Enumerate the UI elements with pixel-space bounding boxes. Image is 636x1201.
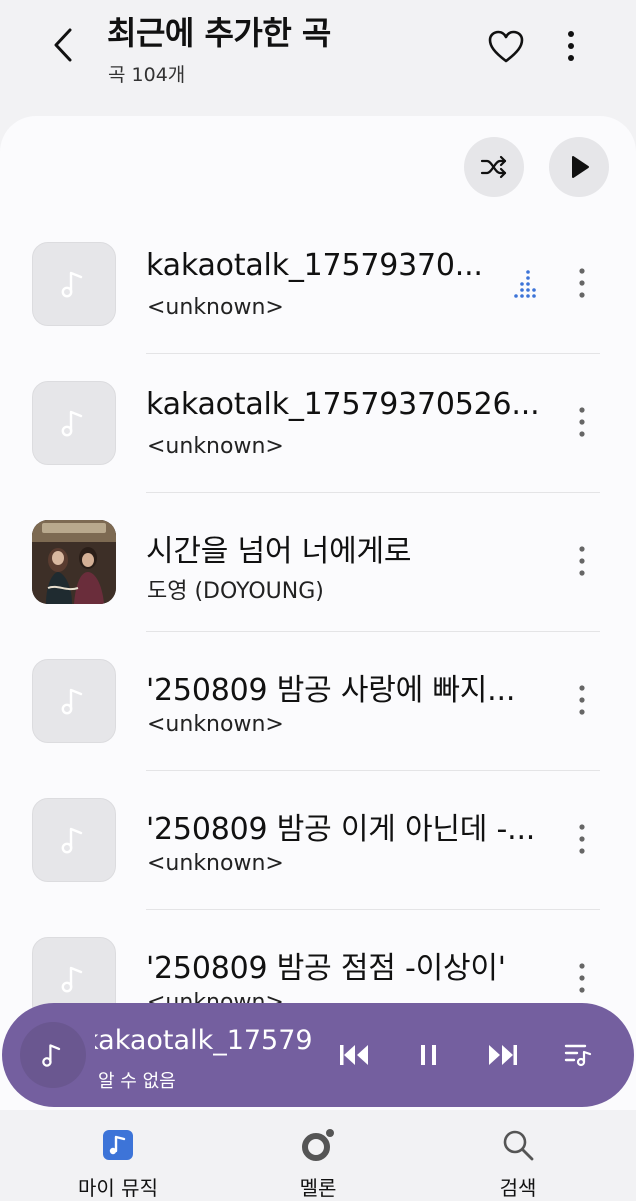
- skip-next-icon: [489, 1045, 517, 1065]
- shuffle-icon: [480, 155, 507, 179]
- song-row[interactable]: kakaotalk_17579370526... <unknown>: [0, 354, 636, 493]
- music-note-icon: [61, 688, 83, 715]
- album-art-placeholder: [32, 798, 116, 882]
- more-vertical-icon[interactable]: [570, 960, 594, 996]
- song-title: '250809 밤공 점점 -이상이': [146, 951, 506, 986]
- music-note-icon: [61, 410, 83, 437]
- music-note-icon: [61, 827, 83, 854]
- now-playing-equalizer-icon: [514, 270, 536, 298]
- chevron-left-icon: [54, 28, 72, 62]
- pause-button[interactable]: [411, 1037, 447, 1073]
- album-cover-image: [32, 520, 116, 604]
- song-artist: 도영 (DOYOUNG): [147, 579, 324, 604]
- play-icon: [572, 156, 589, 178]
- song-artist: <unknown>: [147, 712, 284, 737]
- search-icon: [503, 1130, 534, 1161]
- play-all-button[interactable]: [549, 137, 609, 197]
- song-list: kakaotalk_17579370... <unknown> kakaotal…: [0, 215, 636, 1049]
- previous-button[interactable]: [336, 1037, 372, 1073]
- playlist-queue-icon: [564, 1044, 592, 1067]
- more-vertical-icon[interactable]: [570, 682, 594, 718]
- mini-player-title: kakaotalk_1757937: [95, 1025, 313, 1056]
- nav-label: 멜론: [299, 1176, 337, 1200]
- next-button[interactable]: [485, 1037, 521, 1073]
- music-note-icon: [61, 966, 83, 993]
- song-title: kakaotalk_17579370...: [146, 248, 483, 283]
- song-row[interactable]: '250809 밤공 이게 아닌데 -... <unknown>: [0, 771, 636, 910]
- more-vertical-icon[interactable]: [570, 265, 594, 301]
- album-art-placeholder: [32, 381, 116, 465]
- shuffle-button[interactable]: [464, 137, 524, 197]
- music-note-icon: [103, 1130, 133, 1160]
- nav-label: 마이 뮤직: [78, 1176, 158, 1200]
- more-options-button[interactable]: [556, 28, 586, 66]
- pause-icon: [421, 1045, 436, 1065]
- favorite-button[interactable]: [486, 28, 526, 66]
- album-art-placeholder: [32, 242, 116, 326]
- heart-icon: [488, 30, 524, 63]
- page-title: 최근에 추가한 곡: [107, 14, 331, 52]
- melon-icon: [302, 1129, 334, 1161]
- nav-melon[interactable]: 멜론: [238, 1110, 398, 1200]
- skip-previous-icon: [340, 1045, 368, 1065]
- music-note-icon: [61, 271, 83, 298]
- mini-player-artist: 알 수 없음: [98, 1071, 176, 1092]
- song-artist: <unknown>: [147, 851, 284, 876]
- song-row[interactable]: kakaotalk_17579370... <unknown>: [0, 215, 636, 354]
- album-art-placeholder: [32, 659, 116, 743]
- mini-player-art: [20, 1022, 86, 1088]
- song-title: '250809 밤공 이게 아닌데 -...: [146, 812, 536, 847]
- more-vertical-icon[interactable]: [570, 821, 594, 857]
- song-title: kakaotalk_17579370526...: [146, 387, 540, 422]
- music-note-icon: [42, 1044, 61, 1067]
- more-vertical-icon: [568, 31, 574, 61]
- album-art: [32, 520, 116, 604]
- nav-search[interactable]: 검색: [438, 1110, 598, 1200]
- nav-label: 검색: [499, 1176, 537, 1200]
- queue-button[interactable]: [560, 1037, 596, 1073]
- more-vertical-icon[interactable]: [570, 404, 594, 440]
- song-count: 곡 104개: [108, 64, 186, 86]
- mini-player[interactable]: kakaotalk_1757937 알 수 없음: [2, 1003, 634, 1107]
- bottom-navigation: 마이 뮤직 멜론 검색: [0, 1110, 636, 1200]
- nav-my-music[interactable]: 마이 뮤직: [38, 1110, 198, 1200]
- song-title: '250809 밤공 사랑에 빠지...: [146, 673, 516, 708]
- song-title: 시간을 넘어 너에게로: [146, 534, 412, 569]
- song-row[interactable]: '250809 밤공 사랑에 빠지... <unknown>: [0, 632, 636, 771]
- song-artist: <unknown>: [147, 434, 284, 459]
- header: 최근에 추가한 곡 곡 104개: [0, 0, 636, 118]
- back-button[interactable]: [44, 26, 84, 66]
- song-row[interactable]: 시간을 넘어 너에게로 도영 (DOYOUNG): [0, 493, 636, 632]
- more-vertical-icon[interactable]: [570, 543, 594, 579]
- song-artist: <unknown>: [147, 295, 284, 320]
